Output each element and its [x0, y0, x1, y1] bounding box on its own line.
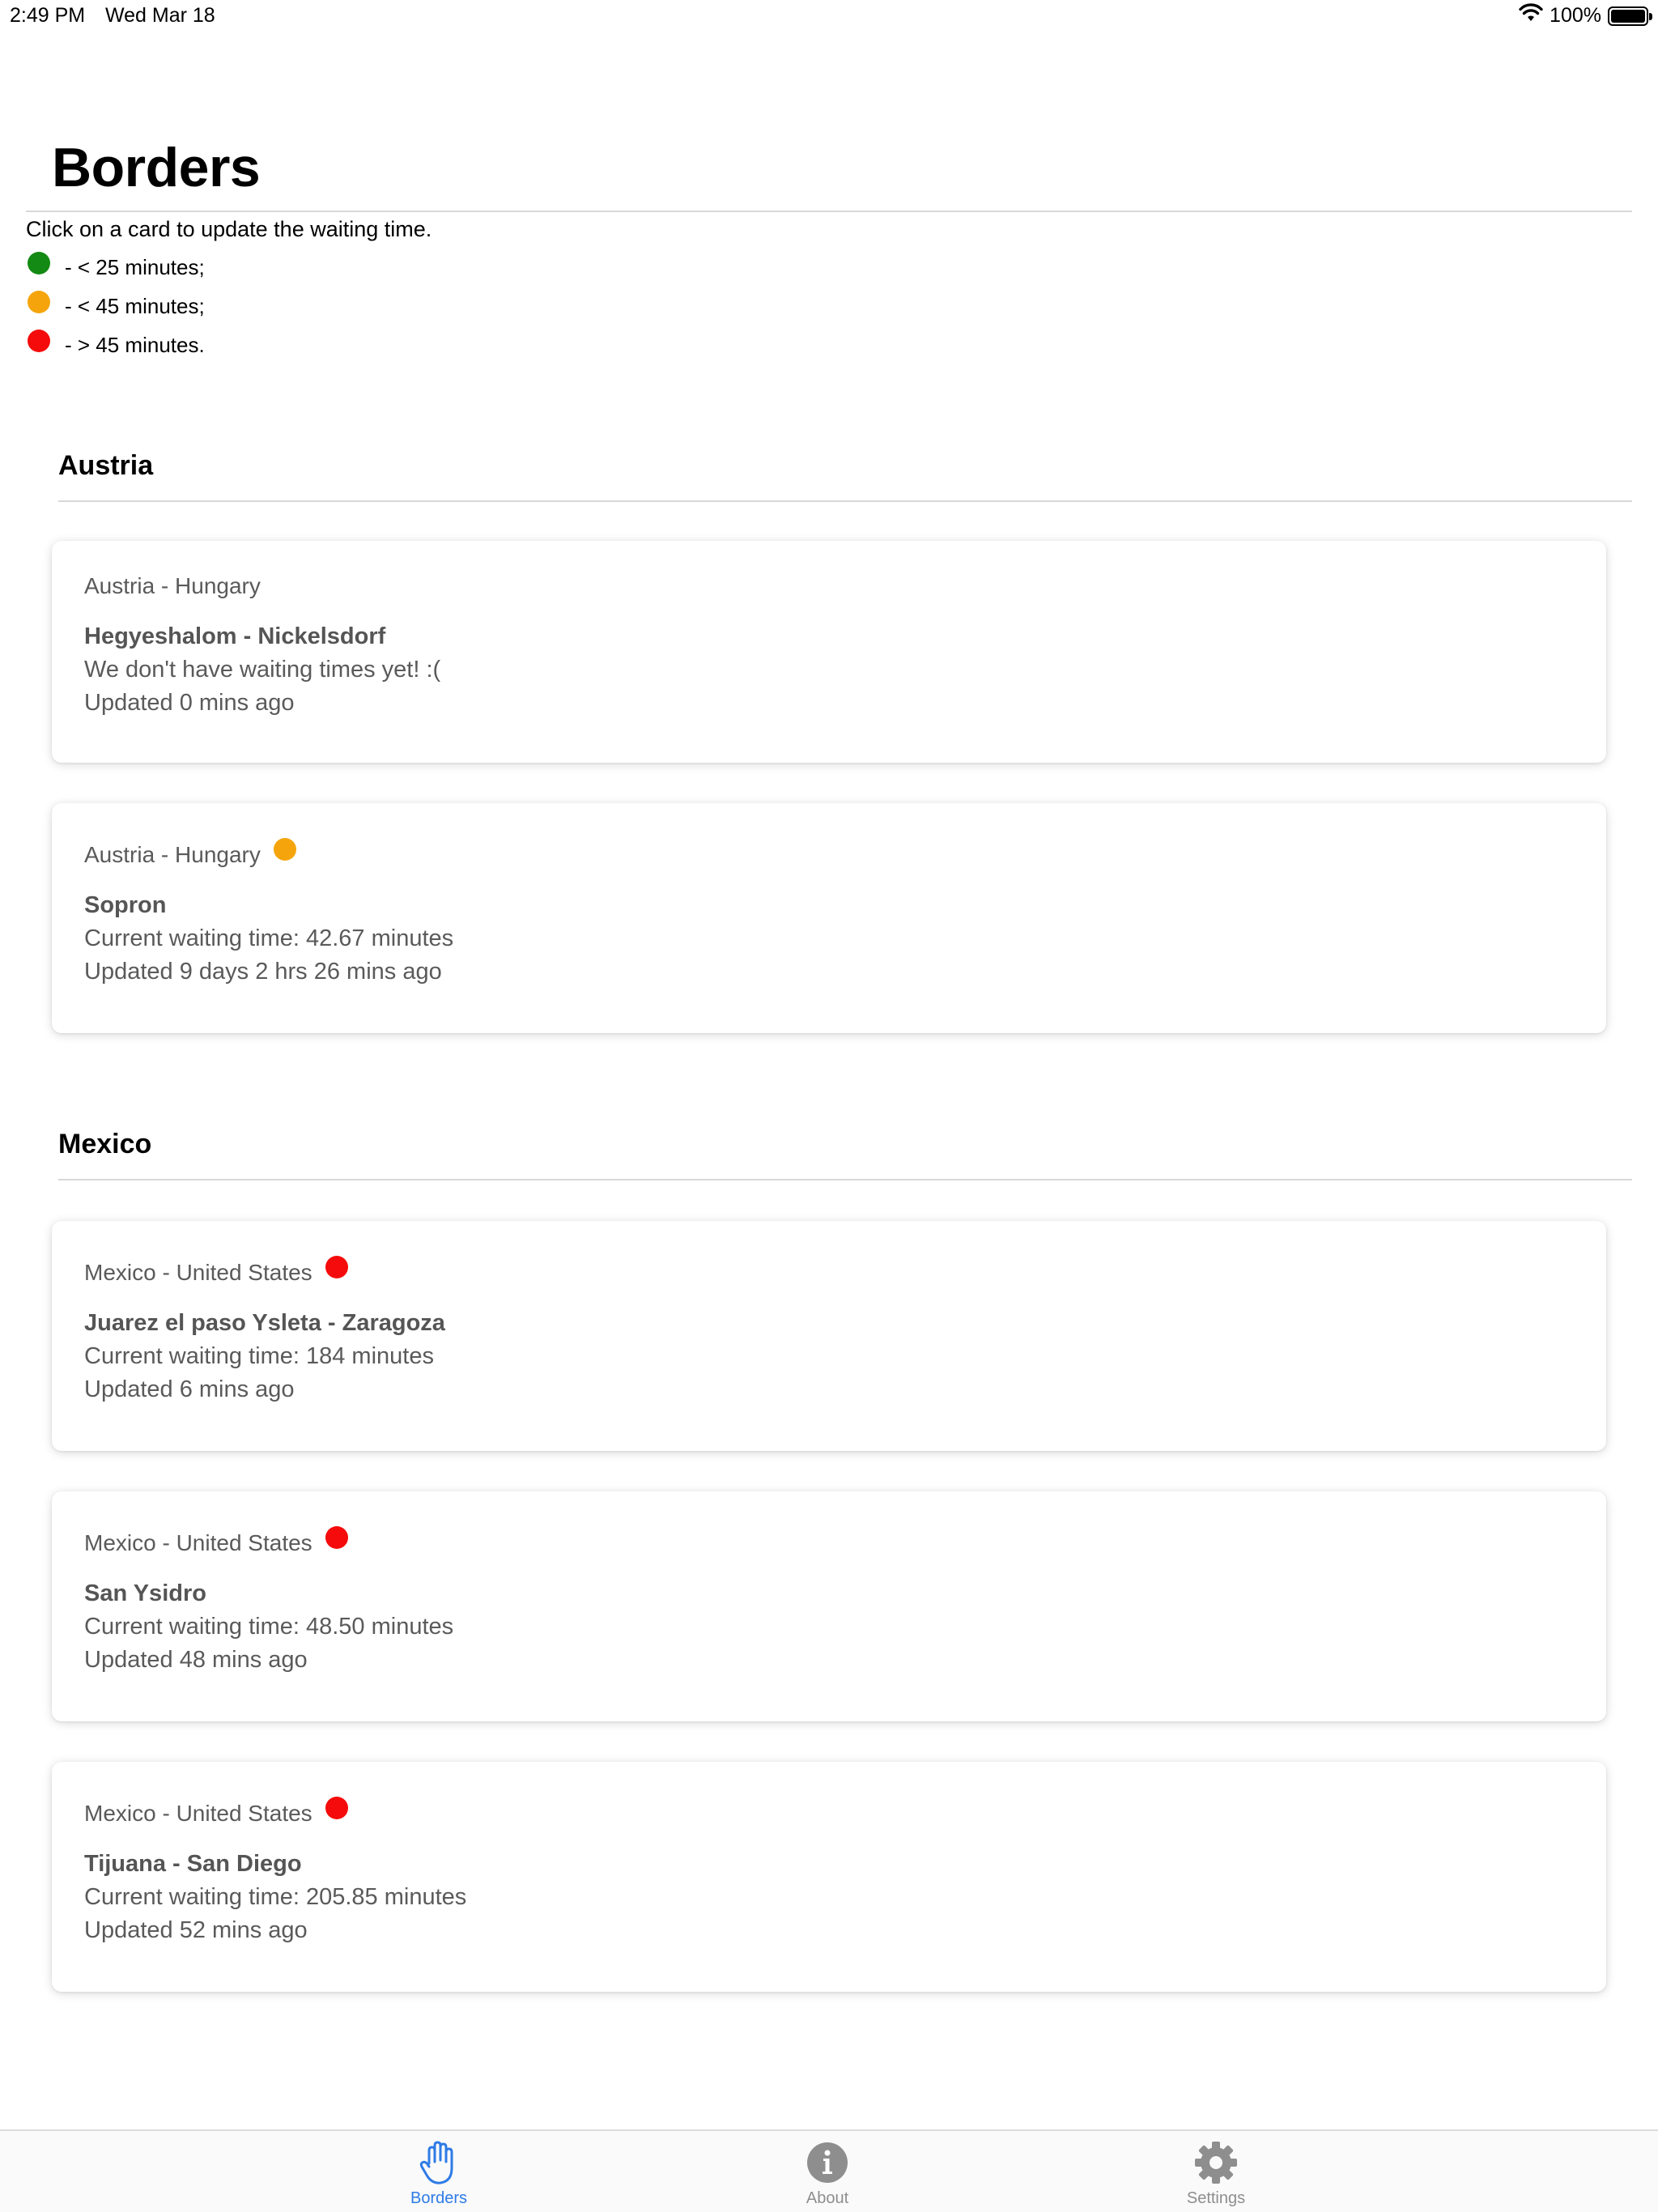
card-updated: Updated 52 mins ago [84, 1917, 308, 1943]
border-card[interactable]: Austria - Hungary Hegyeshalom - Nickelsd… [52, 541, 1606, 763]
legend-label: - > 45 minutes. [65, 332, 205, 357]
card-waiting-time: Current waiting time: 48.50 minutes [84, 1614, 454, 1640]
status-dot-icon [273, 838, 296, 861]
status-bar: 2:49 PM Wed Mar 18 100% [0, 0, 1658, 32]
border-card[interactable]: Mexico - United States Tijuana - San Die… [52, 1762, 1606, 1992]
card-waiting-time: Current waiting time: 42.67 minutes [84, 925, 454, 951]
card-updated: Updated 9 days 2 hrs 26 mins ago [84, 959, 442, 985]
card-route: Austria - Hungary [84, 838, 1574, 868]
status-time: 2:49 PM [10, 4, 86, 27]
gear-icon [1193, 2139, 1239, 2186]
border-card[interactable]: Austria - Hungary Sopron Current waiting… [52, 803, 1606, 1033]
info-icon [806, 2139, 848, 2186]
status-indicators: 100% [1519, 3, 1652, 28]
status-dot-icon [325, 1526, 348, 1549]
tab-bar: Borders About Settings [0, 2129, 1658, 2212]
tab-label: Settings [1186, 2189, 1246, 2207]
card-crossing-name: Juarez el paso Ysleta - Zaragoza [84, 1310, 445, 1336]
card-crossing-name: Tijuana - San Diego [84, 1851, 302, 1877]
border-card[interactable]: Mexico - United States Juarez el paso Ys… [52, 1221, 1606, 1451]
card-crossing-name: Sopron [84, 892, 167, 918]
title-divider [26, 211, 1632, 212]
card-route-label: Mexico - United States [84, 1260, 312, 1285]
card-route-label: Austria - Hungary [84, 842, 261, 867]
legend-item-green: - < 25 minutes; [28, 248, 205, 287]
card-route: Mexico - United States [84, 1256, 1574, 1286]
wifi-icon [1519, 3, 1543, 28]
orange-dot-icon [28, 291, 50, 313]
card-route: Mexico - United States [84, 1797, 1574, 1827]
status-dot-icon [325, 1797, 348, 1819]
legend-label: - < 45 minutes; [65, 293, 205, 318]
section-divider [58, 1179, 1632, 1180]
legend-item-red: - > 45 minutes. [28, 325, 205, 364]
section-divider [58, 500, 1632, 502]
section-title-austria: Austria [58, 450, 154, 481]
card-crossing-name: San Ysidro [84, 1580, 206, 1606]
card-waiting-time: Current waiting time: 205.85 minutes [84, 1884, 467, 1910]
card-route-label: Mexico - United States [84, 1801, 312, 1826]
card-updated: Updated 0 mins ago [84, 690, 295, 716]
border-card[interactable]: Mexico - United States San Ysidro Curren… [52, 1491, 1606, 1721]
tab-about[interactable]: About [746, 2131, 908, 2212]
red-dot-icon [28, 330, 50, 352]
legend: - < 25 minutes; - < 45 minutes; - > 45 m… [28, 248, 205, 364]
app-screen: 2:49 PM Wed Mar 18 100% Borders Click on… [0, 0, 1658, 2212]
instructions-text: Click on a card to update the waiting ti… [26, 217, 432, 241]
card-updated: Updated 6 mins ago [84, 1376, 295, 1402]
card-updated: Updated 48 mins ago [84, 1647, 308, 1673]
status-date: Wed Mar 18 [105, 4, 215, 27]
legend-item-orange: - < 45 minutes; [28, 287, 205, 325]
card-waiting-time: Current waiting time: 184 minutes [84, 1343, 434, 1369]
hand-icon [418, 2139, 460, 2186]
battery-percent: 100% [1550, 4, 1601, 27]
tab-label: Borders [410, 2189, 468, 2207]
page-title: Borders [52, 137, 261, 198]
card-route-label: Mexico - United States [84, 1530, 312, 1555]
tab-settings[interactable]: Settings [1135, 2131, 1297, 2212]
card-route: Mexico - United States [84, 1526, 1574, 1556]
card-route: Austria - Hungary [84, 573, 1574, 599]
card-waiting-time: We don't have waiting times yet! :( [84, 657, 441, 683]
status-dot-icon [325, 1256, 348, 1278]
card-route-label: Austria - Hungary [84, 573, 261, 598]
green-dot-icon [28, 252, 50, 274]
legend-label: - < 25 minutes; [65, 254, 205, 279]
tab-borders[interactable]: Borders [358, 2131, 520, 2212]
card-crossing-name: Hegyeshalom - Nickelsdorf [84, 623, 386, 649]
battery-icon [1608, 6, 1652, 26]
tab-label: About [806, 2189, 849, 2207]
section-title-mexico: Mexico [58, 1129, 152, 1159]
